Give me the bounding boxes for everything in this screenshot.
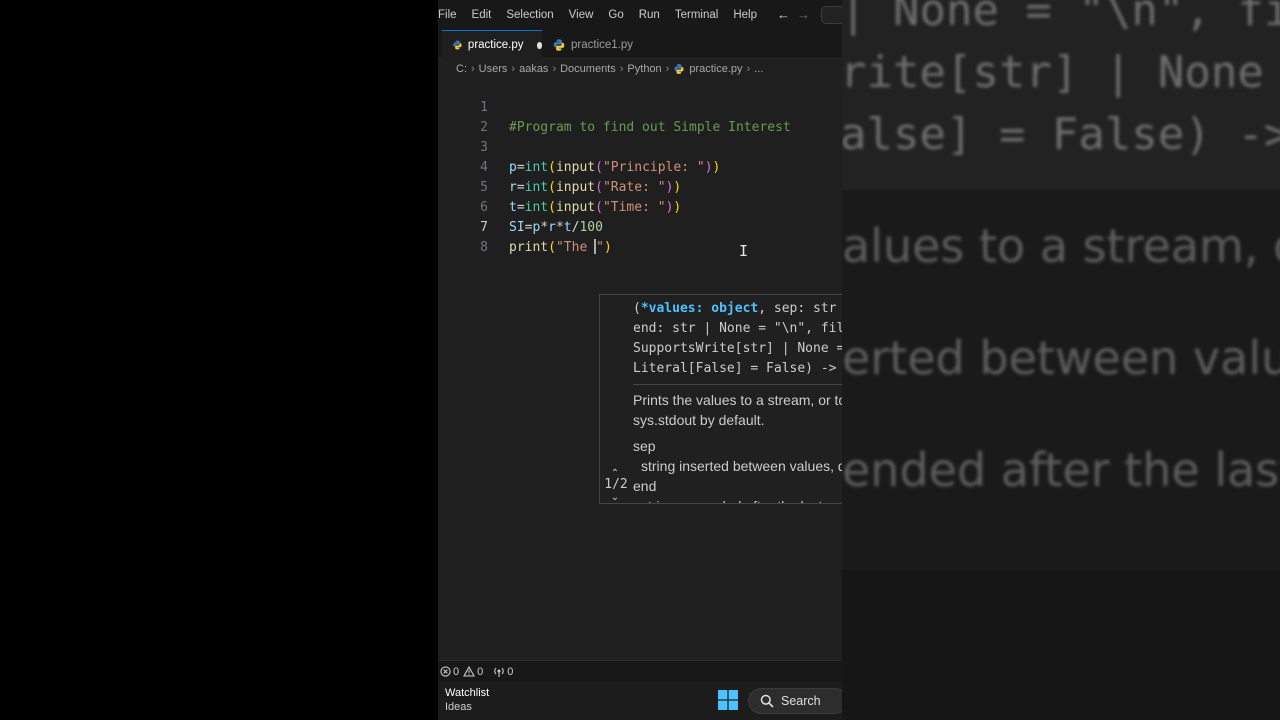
command-center[interactable] <box>821 6 842 24</box>
windows-taskbar: Watchlist Ideas Search <box>438 682 842 720</box>
error-icon <box>440 666 451 677</box>
code-editor[interactable]: 1 #Program to find out Simple Interest 2… <box>438 78 842 660</box>
menu-run[interactable]: Run <box>631 0 667 30</box>
code-line[interactable]: 8 <box>438 218 842 255</box>
zoomed-band-bottom <box>842 570 1280 720</box>
zoomed-doc-line: ended after the last <box>842 443 1280 497</box>
zoomed-background: | None = "\n", fi rite[str] | None alse]… <box>842 0 1280 720</box>
forward-arrow-icon[interactable]: → <box>797 7 810 22</box>
breadcrumb-item[interactable]: C: <box>456 63 467 75</box>
overload-pager: 1/2 <box>604 477 628 492</box>
code-line[interactable]: 7 print("The ") <box>438 198 842 255</box>
breadcrumb-item[interactable]: practice.py <box>689 63 742 75</box>
tab-practice-py[interactable]: practice.py <box>442 30 542 59</box>
param-desc-end: string appended after the last value, de… <box>641 496 842 503</box>
code-line[interactable]: 6 SI=p*r*t/100 <box>438 178 842 235</box>
menu-view[interactable]: View <box>561 0 601 30</box>
breadcrumb: C: › Users › aakas › Documents › Python … <box>456 60 763 78</box>
sig-line3: SupportsWrite[str] | None = None, flush: <box>633 341 842 356</box>
menu-selection[interactable]: Selection <box>498 0 560 30</box>
param-name-sep: sep <box>633 438 656 454</box>
zoomed-code-text: | None = "\n", fi rite[str] | None alse]… <box>842 0 1280 166</box>
sig-open-paren: ( <box>633 301 641 316</box>
code-line[interactable]: 4 r=int(input("Rate: ")) <box>438 138 842 195</box>
code-text: print("The ") <box>509 239 612 255</box>
chevron-right-icon: › <box>619 63 624 75</box>
zoomed-doc-text: alues to a stream, or erted between valu… <box>842 190 1280 526</box>
breadcrumb-item[interactable]: ... <box>754 63 763 75</box>
zoomed-doc-line: erted between values <box>842 331 1280 385</box>
sig-line2: end: str | None = "\n", file: <box>633 321 842 336</box>
warning-count: 0 <box>477 665 484 678</box>
ibeam-cursor-icon: I <box>739 242 749 260</box>
menu-help[interactable]: Help <box>725 0 764 30</box>
param-name-end: end <box>633 478 657 494</box>
problems-status[interactable]: 0 0 <box>440 666 483 678</box>
menu-edit[interactable]: Edit <box>464 0 499 30</box>
signature-text: (*values: object, sep: str | None = " ",… <box>633 299 842 379</box>
status-bar: 0 0 0 <box>438 660 842 682</box>
vscode-window: File Edit Selection View Go Run Terminal… <box>438 0 842 720</box>
sig-line1-rest: , sep: str | None = " ", <box>758 301 837 316</box>
breadcrumb-item[interactable]: Documents <box>560 63 616 75</box>
chevron-down-icon[interactable]: ⌄ <box>609 493 621 503</box>
python-file-icon <box>453 40 462 50</box>
menu-terminal[interactable]: Terminal <box>667 0 725 30</box>
broadcast-icon <box>494 667 505 677</box>
code-line[interactable]: 2 <box>438 98 842 135</box>
active-parameter: *values: object <box>640 301 759 316</box>
python-file-icon <box>553 38 565 51</box>
menu-file[interactable]: File <box>438 0 464 30</box>
param-desc-sep: string inserted between values, default … <box>641 458 842 474</box>
chevron-right-icon: › <box>665 63 670 75</box>
menu-bar: File Edit Selection View Go Run Terminal… <box>438 0 842 30</box>
search-label: Search <box>781 694 821 708</box>
signature-help-popup[interactable]: (*values: object, sep: str | None = " ",… <box>599 294 842 504</box>
zoomed-code-line: alse] = False) -> <box>842 109 1280 160</box>
signature-doc: Prints the values to a stream, or to sys… <box>633 392 842 428</box>
line-number: 8 <box>480 240 488 255</box>
chevron-right-icon: › <box>471 63 475 75</box>
widget-title[interactable]: Watchlist <box>445 687 489 699</box>
ports-status[interactable]: 0 <box>493 666 513 678</box>
chevron-right-icon: › <box>511 63 516 75</box>
widget-subtitle[interactable]: Ideas <box>445 701 472 713</box>
tab-label: practice.py <box>467 39 524 51</box>
tab-label: practice1.py <box>571 38 634 51</box>
zoomed-doc-line: alues to a stream, or <box>842 219 1280 273</box>
code-line[interactable]: 1 #Program to find out Simple Interest <box>438 78 842 135</box>
chevron-right-icon: › <box>552 63 557 75</box>
code-line[interactable]: 3 p=int(input("Principle: ")) <box>438 118 842 175</box>
zoomed-code-line: rite[str] | None <box>842 47 1264 98</box>
warning-icon <box>463 666 476 677</box>
code-line[interactable]: 5 t=int(input("Time: ")) <box>438 158 842 215</box>
breadcrumb-item[interactable]: Users <box>479 63 508 75</box>
taskbar-search[interactable]: Search <box>748 688 842 714</box>
windows-start-icon[interactable] <box>718 690 738 710</box>
error-count: 0 <box>453 665 460 678</box>
back-arrow-icon[interactable]: ← <box>777 7 790 22</box>
menu-go[interactable]: Go <box>600 0 630 30</box>
breadcrumb-item[interactable]: Python <box>627 63 661 75</box>
breadcrumb-item[interactable]: aakas <box>519 63 548 75</box>
chevron-right-icon: › <box>746 63 751 75</box>
editor-tabs: practice.py practice1.py <box>438 30 842 59</box>
python-file-icon <box>674 64 684 74</box>
divider <box>633 384 842 385</box>
sig-line4: Literal[False] = False) -> None <box>633 361 837 376</box>
search-icon <box>760 694 774 708</box>
zoomed-code-line: | None = "\n", fi <box>842 0 1280 36</box>
ports-count: 0 <box>507 665 514 678</box>
tab-practice1-py[interactable]: practice1.py <box>542 30 652 59</box>
